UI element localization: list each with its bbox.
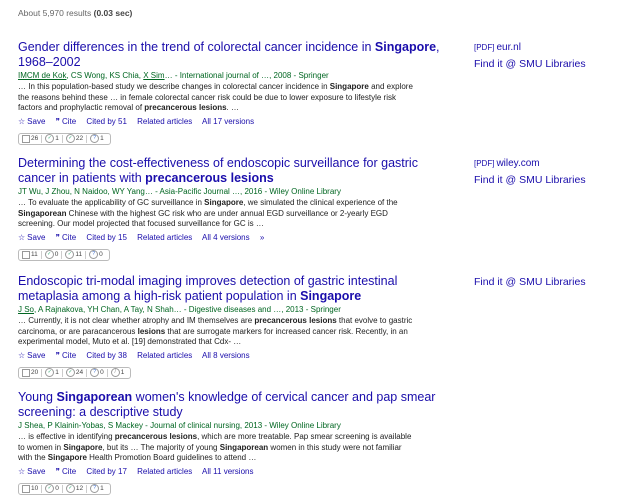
cited-by-link[interactable]: Cited by 15 — [86, 233, 126, 242]
result-snippet: … Currently, it is not clear whether atr… — [18, 316, 413, 346]
result-title[interactable]: Gender differences in the trend of color… — [18, 40, 458, 70]
result-item: Determining the cost-effectiveness of en… — [18, 156, 458, 261]
author-link[interactable]: J So — [18, 305, 34, 314]
check-icon: ✓ — [45, 368, 55, 377]
related-articles-link[interactable]: Related articles — [137, 117, 192, 126]
author-link[interactable]: X Sim — [143, 71, 164, 80]
all-versions-link[interactable]: All 17 versions — [202, 117, 254, 126]
quote-icon: ❞ — [55, 350, 60, 360]
pdf-link[interactable]: [PDF] eur.nl — [474, 40, 586, 56]
question-icon: ? — [90, 134, 100, 143]
all-versions-link[interactable]: All 8 versions — [202, 351, 250, 360]
question-icon: ? — [90, 368, 100, 377]
result-item: Endoscopic tri-modal imaging improves de… — [18, 274, 458, 379]
cited-by-link[interactable]: Cited by 51 — [86, 117, 126, 126]
result-side-links: Find it @ SMU Libraries — [474, 274, 586, 290]
metrics-badge[interactable]: 26 ✓ 1 ✓ 22 ? 1 — [18, 132, 458, 145]
result-authors: J Shea, P Klainin-Yobas, S Mackey - Jour… — [18, 421, 341, 430]
result-actions: ☆ Save ❞ Cite Cited by 51 Related articles… — [18, 116, 458, 127]
more-icon[interactable]: » — [260, 233, 264, 242]
result-snippet: … To evaluate the applicability of GC su… — [18, 198, 398, 228]
result-actions: ☆ Save ❞ Cite Cited by 15 Related articles… — [18, 232, 458, 243]
star-icon: ☆ — [18, 466, 26, 476]
library-link[interactable]: Find it @ SMU Libraries — [474, 56, 586, 72]
result-title[interactable]: Endoscopic tri-modal imaging improves de… — [18, 274, 458, 304]
document-icon — [22, 250, 30, 259]
result-authors: IMCM de Kok, CS Wong, KS Chia, X Sim… - … — [18, 71, 329, 80]
result-actions: ☆ Save ❞ Cite Cited by 17 Related articles… — [18, 466, 458, 477]
save-button[interactable]: ☆ Save — [18, 117, 45, 126]
library-link[interactable]: Find it @ SMU Libraries — [474, 274, 586, 290]
star-icon: ☆ — [18, 350, 26, 360]
related-articles-link[interactable]: Related articles — [137, 233, 192, 242]
document-icon — [22, 484, 30, 493]
check-icon: ✓ — [65, 250, 75, 259]
results-time: (0.03 sec) — [93, 8, 133, 18]
question-icon: ? — [90, 484, 100, 493]
question-icon: ? — [89, 250, 99, 259]
metrics-badge[interactable]: 20 ✓ 1 ✓ 24 ? 0 /1 — [18, 366, 458, 379]
cited-by-link[interactable]: Cited by 38 — [86, 351, 126, 360]
document-icon — [22, 134, 30, 143]
star-icon: ☆ — [18, 116, 26, 126]
related-articles-link[interactable]: Related articles — [137, 467, 192, 476]
save-button[interactable]: ☆ Save — [18, 467, 45, 476]
results-stats: About 5,970 results (0.03 sec) — [18, 8, 132, 18]
results-count: About 5,970 results — [18, 8, 92, 18]
check-icon: ✓ — [44, 250, 54, 259]
metrics-badge[interactable]: 11 ✓ 0 ✓ 11 ? 0 — [18, 248, 458, 261]
document-icon — [22, 368, 30, 377]
result-title[interactable]: Young Singaporean women's knowledge of c… — [18, 390, 458, 420]
library-link[interactable]: Find it @ SMU Libraries — [474, 172, 586, 188]
result-authors: J So, A Rajnakova, YH Chan, A Tay, N Sha… — [18, 305, 341, 314]
cite-button[interactable]: ❞ Cite — [56, 233, 77, 242]
check-icon: ✓ — [65, 484, 75, 493]
result-snippet: … In this population-based study we desc… — [18, 82, 413, 112]
all-versions-link[interactable]: All 11 versions — [202, 467, 253, 476]
related-articles-link[interactable]: Related articles — [137, 351, 192, 360]
check-icon: ✓ — [65, 368, 75, 377]
star-icon: ☆ — [18, 232, 26, 242]
cited-by-link[interactable]: Cited by 17 — [86, 467, 126, 476]
metrics-badge[interactable]: 10 ✓ 0 ✓ 12 ? 1 — [18, 482, 458, 495]
result-side-links: [PDF] eur.nl Find it @ SMU Libraries — [474, 40, 586, 72]
all-versions-link[interactable]: All 4 versions — [202, 233, 250, 242]
result-authors: JT Wu, J Zhou, N Naidoo, WY Yang… - Asia… — [18, 187, 341, 196]
pdf-link[interactable]: [PDF] wiley.com — [474, 156, 586, 172]
check-icon: ✓ — [45, 134, 55, 143]
cite-button[interactable]: ❞ Cite — [56, 351, 77, 360]
quote-icon: ❞ — [55, 116, 60, 126]
save-button[interactable]: ☆ Save — [18, 351, 45, 360]
result-title[interactable]: Determining the cost-effectiveness of en… — [18, 156, 458, 186]
result-item: Gender differences in the trend of color… — [18, 40, 458, 145]
check-icon: ✓ — [65, 134, 75, 143]
result-item: Young Singaporean women's knowledge of c… — [18, 390, 458, 495]
result-snippet: … is effective in identifying precancero… — [18, 432, 412, 462]
result-side-links: [PDF] wiley.com Find it @ SMU Libraries — [474, 156, 586, 188]
quote-icon: ❞ — [55, 466, 60, 476]
slash-icon: / — [110, 368, 120, 377]
cite-button[interactable]: ❞ Cite — [56, 467, 77, 476]
cite-button[interactable]: ❞ Cite — [56, 117, 77, 126]
author-link[interactable]: IMCM de Kok — [18, 71, 66, 80]
quote-icon: ❞ — [55, 232, 60, 242]
result-actions: ☆ Save ❞ Cite Cited by 38 Related articles… — [18, 350, 458, 361]
save-button[interactable]: ☆ Save — [18, 233, 45, 242]
check-icon: ✓ — [45, 484, 55, 493]
